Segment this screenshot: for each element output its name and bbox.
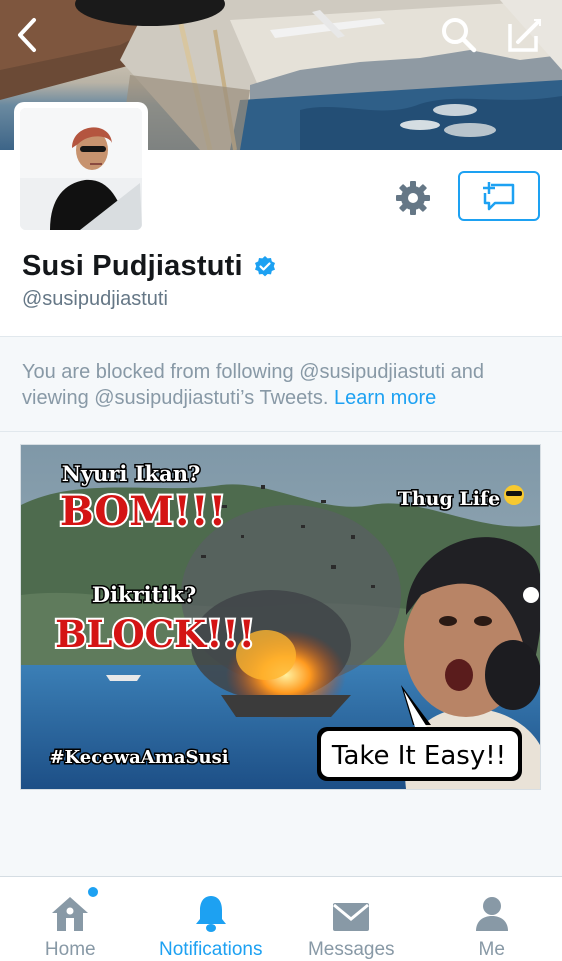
blocked-notice-text: You are blocked from following @susipudj…	[22, 359, 547, 411]
search-button[interactable]	[434, 10, 484, 60]
meme-text-3: Dikritik?	[92, 582, 196, 607]
verified-badge-icon	[253, 255, 277, 279]
chevron-left-icon	[16, 17, 38, 53]
media-image[interactable]: Nyuri Ikan? BOM!!! Thug Life Dikritik? B…	[20, 444, 541, 790]
avatar-photo	[20, 108, 142, 230]
name-row: Susi Pudjiastuti	[22, 250, 277, 283]
tab-notifications-label: Notifications	[159, 939, 263, 961]
envelope-icon	[332, 901, 370, 933]
compose-icon	[506, 16, 544, 54]
home-icon	[50, 895, 90, 933]
compose-button[interactable]	[500, 10, 550, 60]
tab-messages-label: Messages	[308, 939, 395, 961]
speech-bubble-text: Take It Easy!!	[331, 741, 506, 771]
direct-message-button[interactable]	[458, 171, 540, 221]
profile-card: Susi Pudjiastuti @susipudjiastuti	[0, 150, 562, 337]
settings-button[interactable]	[392, 177, 434, 219]
back-button[interactable]	[2, 10, 52, 60]
meme-text-4: BLOCK!!!	[55, 612, 255, 656]
meme-tag: Thug Life	[398, 488, 501, 510]
sunglasses-lens	[506, 491, 522, 496]
learn-more-link[interactable]: Learn more	[334, 387, 436, 409]
new-content-badge	[88, 887, 98, 897]
tab-home[interactable]: Home	[0, 877, 141, 961]
profile-name: Susi Pudjiastuti	[22, 250, 243, 283]
tab-messages[interactable]: Messages	[281, 877, 422, 961]
tab-home-label: Home	[45, 939, 96, 961]
avatar[interactable]	[14, 102, 148, 236]
bell-icon	[194, 893, 228, 933]
tab-me-label: Me	[479, 939, 505, 961]
tab-notifications[interactable]: Notifications	[141, 877, 282, 961]
bottom-tab-bar: Home Notifications Messages Me	[0, 876, 562, 961]
blocked-notice: You are blocked from following @susipudj…	[0, 337, 562, 432]
search-icon	[440, 16, 478, 54]
meme-hashtag: #KecewaAmaSusi	[49, 747, 228, 768]
tab-me[interactable]: Me	[422, 877, 562, 961]
person-icon	[474, 895, 510, 933]
profile-handle: @susipudjiastuti	[22, 288, 168, 311]
meme-text-1: Nyuri Ikan?	[62, 461, 201, 486]
direct-message-icon	[481, 181, 517, 211]
gear-icon	[395, 180, 431, 216]
meme-text-2: BOM!!!	[60, 488, 226, 535]
